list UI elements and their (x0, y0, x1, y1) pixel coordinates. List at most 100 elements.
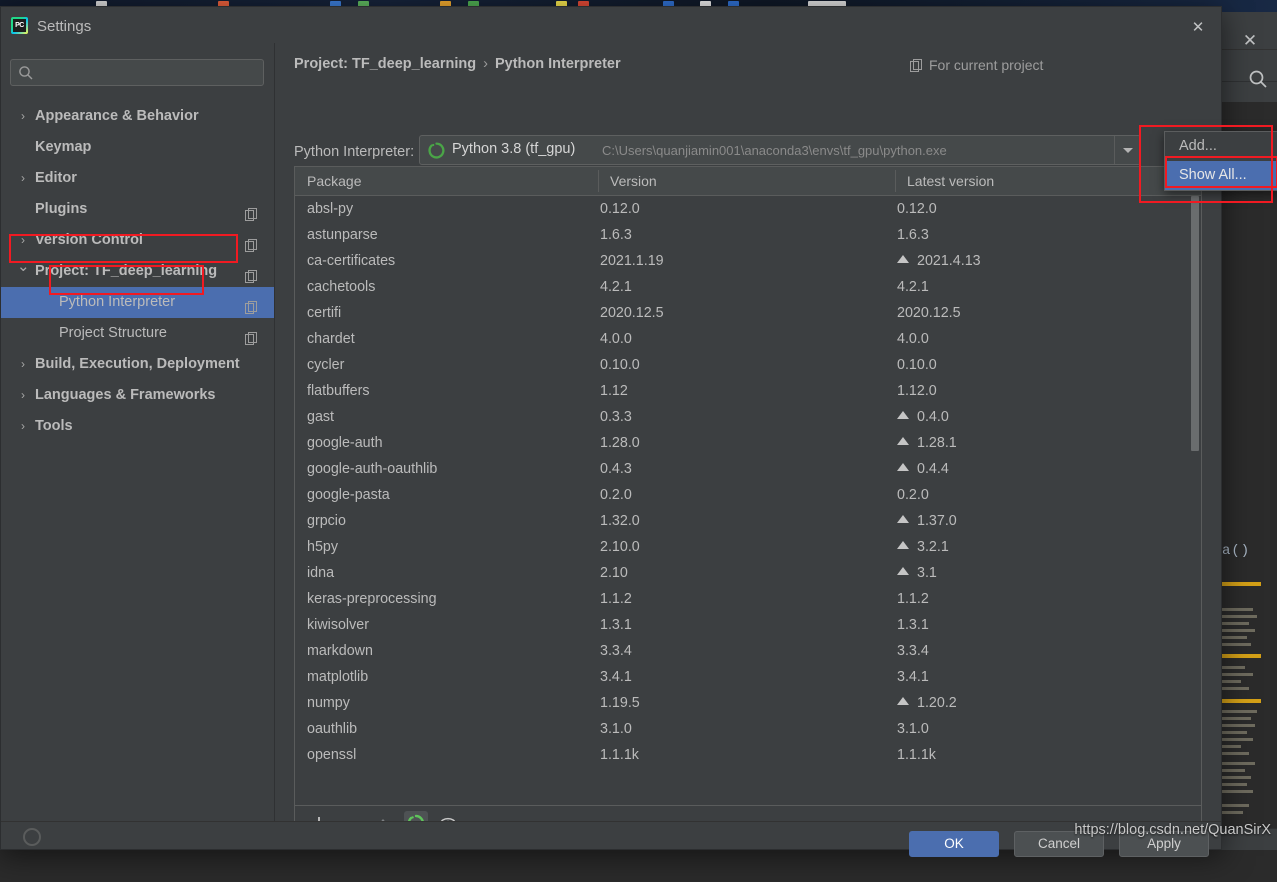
package-name: absl-py (307, 196, 353, 222)
package-version: 0.2.0 (600, 482, 632, 508)
copy-settings-icon (910, 59, 923, 72)
sidebar-item-label: Version Control (35, 225, 143, 256)
package-latest-version-text: 1.28.1 (917, 435, 957, 451)
breadcrumb-project[interactable]: Project: TF_deep_learning (294, 56, 476, 72)
copy-settings-icon[interactable] (245, 295, 258, 308)
sidebar-item-appearance-behavior[interactable]: ›Appearance & Behavior (1, 101, 274, 132)
table-row[interactable]: certifi2020.12.52020.12.5 (295, 300, 1201, 326)
scrollbar-thumb[interactable] (1191, 196, 1199, 451)
search-box[interactable] (10, 59, 264, 86)
package-version: 1.28.0 (600, 430, 640, 456)
menu-item-add[interactable]: Add... (1165, 132, 1277, 161)
sidebar-item-label: Project: TF_deep_learning (35, 256, 217, 287)
package-version: 1.32.0 (600, 508, 640, 534)
package-latest-version: 3.1 (897, 560, 937, 586)
table-row[interactable]: chardet4.0.04.0.0 (295, 326, 1201, 352)
column-header-latest-version[interactable]: Latest version (895, 167, 994, 195)
table-row[interactable]: numpy1.19.51.20.2 (295, 690, 1201, 716)
copy-settings-icon[interactable] (245, 202, 258, 215)
table-row[interactable]: google-auth1.28.01.28.1 (295, 430, 1201, 456)
package-name: google-pasta (307, 482, 390, 508)
package-latest-version: 0.12.0 (897, 196, 937, 222)
package-latest-version: 3.3.4 (897, 638, 929, 664)
package-version: 1.1.2 (600, 586, 632, 612)
interpreter-dropdown-arrow[interactable] (1114, 136, 1140, 164)
package-name: flatbuffers (307, 378, 370, 404)
package-name: kiwisolver (307, 612, 369, 638)
table-row[interactable]: matplotlib3.4.13.4.1 (295, 664, 1201, 690)
ok-button[interactable]: OK (909, 831, 999, 857)
close-icon[interactable]: ✕ (1189, 19, 1207, 37)
upgrade-available-icon (897, 541, 909, 549)
package-table-scrollbar[interactable] (1189, 196, 1201, 805)
dialog-footer: OK Cancel Apply (1, 821, 1221, 849)
table-row[interactable]: markdown 3.3.4 3.3.4 (295, 638, 1201, 664)
package-name: openssl (307, 742, 356, 768)
table-row[interactable]: google-pasta0.2.00.2.0 (295, 482, 1201, 508)
sidebar-item-build-execution-deployment[interactable]: ›Build, Execution, Deployment (1, 349, 274, 380)
column-header-package[interactable]: Package (295, 167, 598, 195)
table-row[interactable]: astunparse1.6.31.6.3 (295, 222, 1201, 248)
table-row[interactable]: absl-py0.12.00.12.0 (295, 196, 1201, 222)
sidebar-item-label: Build, Execution, Deployment (35, 349, 240, 380)
table-row[interactable]: ca-certificates2021.1.192021.4.13 (295, 248, 1201, 274)
table-row[interactable]: h5py2.10.03.2.1 (295, 534, 1201, 560)
package-version: 4.2.1 (600, 274, 632, 300)
table-row[interactable]: cycler0.10.00.10.0 (295, 352, 1201, 378)
table-row[interactable]: gast0.3.30.4.0 (295, 404, 1201, 430)
package-name: matplotlib (307, 664, 368, 690)
interpreter-dropdown-menu: Add... Show All... (1164, 131, 1277, 191)
column-header-version[interactable]: Version (598, 167, 895, 195)
table-row[interactable]: flatbuffers1.121.12.0 (295, 378, 1201, 404)
package-latest-version-text: 1.37.0 (917, 513, 957, 529)
package-version: 3.3.4 (600, 638, 632, 664)
table-row[interactable]: idna2.103.1 (295, 560, 1201, 586)
table-row[interactable]: openssl1.1.1k1.1.1k (295, 742, 1201, 768)
ide-search-icon[interactable] (1247, 68, 1269, 90)
package-name: markdown (307, 638, 373, 664)
sidebar-item-label: Plugins (35, 194, 87, 225)
package-version: 1.19.5 (600, 690, 640, 716)
chevron-right-icon[interactable]: › (17, 380, 29, 411)
package-name: keras-preprocessing (307, 586, 437, 612)
copy-settings-icon[interactable] (245, 233, 258, 246)
sidebar-item-python-interpreter[interactable]: Python Interpreter (1, 287, 274, 318)
sidebar-item-version-control[interactable]: ›Version Control (1, 225, 274, 256)
sidebar-item-tools[interactable]: ›Tools (1, 411, 274, 442)
table-row[interactable]: oauthlib3.1.03.1.0 (295, 716, 1201, 742)
help-icon[interactable] (23, 828, 41, 846)
ide-close-icon[interactable]: ✕ (1239, 30, 1261, 52)
sidebar-item-project-tf-deep-learning[interactable]: ⌄Project: TF_deep_learning (1, 256, 274, 287)
upgrade-available-icon (897, 567, 909, 575)
package-name: cycler (307, 352, 344, 378)
chevron-down-icon[interactable]: ⌄ (17, 251, 29, 282)
copy-settings-icon[interactable] (245, 264, 258, 277)
chevron-right-icon[interactable]: › (17, 349, 29, 380)
copy-settings-icon[interactable] (245, 326, 258, 339)
sidebar-item-plugins[interactable]: Plugins (1, 194, 274, 225)
chevron-right-icon[interactable]: › (17, 411, 29, 442)
package-version: 2021.1.19 (600, 248, 664, 274)
package-name: astunparse (307, 222, 378, 248)
chevron-right-icon[interactable]: › (17, 101, 29, 132)
settings-sidebar: ›Appearance & BehaviorKeymap›EditorPlugi… (1, 43, 275, 821)
breadcrumb: Project: TF_deep_learning›Python Interpr… (294, 56, 621, 72)
menu-item-show-all[interactable]: Show All... (1165, 161, 1277, 190)
table-row[interactable]: kiwisolver1.3.11.3.1 (295, 612, 1201, 638)
package-latest-version: 1.12.0 (897, 378, 937, 404)
chevron-down-icon (1123, 148, 1133, 153)
search-input[interactable] (39, 60, 259, 85)
table-row[interactable]: cachetools4.2.14.2.1 (295, 274, 1201, 300)
table-row[interactable]: keras-preprocessing1.1.21.1.2 (295, 586, 1201, 612)
table-row[interactable]: grpcio1.32.01.37.0 (295, 508, 1201, 534)
table-row[interactable]: google-auth-oauthlib0.4.30.4.4 (295, 456, 1201, 482)
package-version: 1.6.3 (600, 222, 632, 248)
upgrade-available-icon (897, 515, 909, 523)
sidebar-item-languages-frameworks[interactable]: ›Languages & Frameworks (1, 380, 274, 411)
interpreter-combobox[interactable]: Python 3.8 (tf_gpu) C:\Users\quanjiamin0… (419, 135, 1141, 165)
sidebar-item-keymap[interactable]: Keymap (1, 132, 274, 163)
package-name: certifi (307, 300, 341, 326)
sidebar-item-editor[interactable]: ›Editor (1, 163, 274, 194)
chevron-right-icon[interactable]: › (17, 163, 29, 194)
sidebar-item-project-structure[interactable]: Project Structure (1, 318, 274, 349)
